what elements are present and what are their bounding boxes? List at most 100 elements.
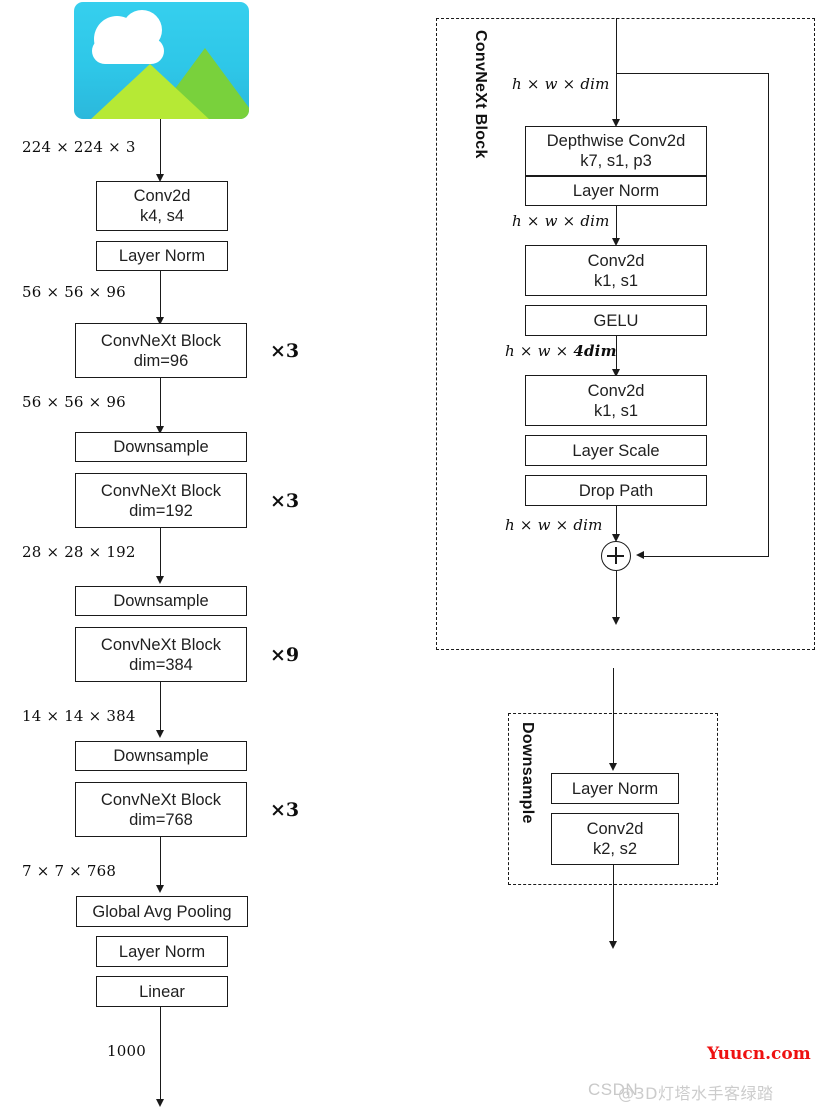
label-block-tensor-3-c: 4dim — [573, 342, 617, 360]
node-stem-conv-line1: Conv2d — [133, 187, 191, 205]
node-stem-conv[interactable]: Conv2d k4, s4 — [96, 181, 228, 231]
node-ds-layernorm-line1: Layer Norm — [571, 779, 659, 798]
label-block-tensor-4-c: dim — [573, 516, 603, 534]
node-downsample-3[interactable]: Downsample — [75, 741, 247, 771]
label-block-tensor-1: h × w × dim — [512, 75, 610, 93]
node-global-avg-pooling[interactable]: Global Avg Pooling — [76, 896, 248, 927]
arrow-linear-to-output — [156, 1099, 164, 1107]
node-downsample-3-line1: Downsample — [113, 747, 209, 765]
label-input-shape: 224 × 224 × 3 — [22, 138, 136, 156]
node-head-layernorm-line1: Layer Norm — [118, 942, 206, 961]
downsample-panel-label: Downsample — [519, 722, 536, 824]
node-head-linear-line1: Linear — [139, 982, 185, 1001]
node-block-pw1-line2: k1, s1 — [593, 271, 639, 290]
label-stage1-out-shape: 56 × 56 × 96 — [22, 393, 126, 411]
node-stem-conv-line2: k4, s4 — [139, 207, 185, 225]
node-block-layer-scale[interactable]: Layer Scale — [525, 435, 707, 466]
node-block-dwconv-line2: k7, s1, p3 — [580, 152, 652, 170]
edge-stage4-to-gap — [160, 837, 161, 888]
label-stage4-out-shape: 7 × 7 × 768 — [22, 862, 117, 880]
edge-residual-bottom — [641, 556, 769, 557]
edge-stage3-to-down3 — [160, 682, 161, 733]
arrow-stage2-to-down2 — [156, 576, 164, 584]
edge-downsample-output — [613, 865, 614, 944]
node-stem-layernorm[interactable]: Layer Norm — [96, 241, 228, 271]
node-block-depthwise-conv[interactable]: Depthwise Conv2d k7, s1, p3 — [525, 126, 707, 176]
arrow-stage3-to-down3 — [156, 730, 164, 738]
node-stage1-convnext-block[interactable]: ConvNeXt Block dim=96 — [75, 323, 247, 378]
label-block-tensor-4: h × w × dim — [505, 516, 603, 534]
label-stage1-in-shape: 56 × 56 × 96 — [22, 283, 126, 301]
repeat-stage2: ×3 — [270, 490, 300, 512]
node-downsample-conv[interactable]: Conv2d k2, s2 — [551, 813, 679, 865]
arrow-downsample-output — [609, 941, 617, 949]
edge-stage2-to-down2 — [160, 528, 161, 579]
node-stage1-line1: ConvNeXt Block — [100, 331, 222, 350]
edge-residual-right — [768, 73, 769, 556]
image-placeholder-icon — [74, 2, 249, 119]
node-block-drop-path-line1: Drop Path — [578, 481, 654, 500]
node-gap-line1: Global Avg Pooling — [92, 902, 232, 921]
edge-block-input — [616, 18, 617, 122]
label-block-tensor-4-h: h — [505, 516, 515, 534]
label-block-tensor-2: h × w × dim — [512, 212, 610, 230]
edge-residual-top — [616, 73, 768, 74]
convnext-block-panel-label: ConvNeXt Block — [472, 30, 489, 159]
node-downsample-layernorm[interactable]: Layer Norm — [551, 773, 679, 804]
node-downsample-1[interactable]: Downsample — [75, 432, 247, 462]
node-ds-conv-line1: Conv2d — [586, 820, 644, 838]
node-block-layernorm[interactable]: Layer Norm — [525, 176, 707, 206]
node-stage2-line1: ConvNeXt Block — [100, 481, 222, 500]
node-stage4-line1: ConvNeXt Block — [100, 790, 222, 809]
arrow-stage4-to-gap — [156, 885, 164, 893]
label-block-tensor-1-c: dim — [580, 75, 610, 93]
label-block-tensor-2-c: dim — [580, 212, 610, 230]
label-block-tensor-1-w: w — [544, 75, 558, 93]
node-block-layer-scale-line1: Layer Scale — [572, 441, 660, 460]
label-logits-shape: 1000 — [107, 1042, 146, 1060]
edge-block-add-to-output — [616, 571, 617, 619]
repeat-stage3: ×9 — [270, 644, 300, 666]
residual-add-icon — [601, 541, 631, 571]
edge-linear-to-output — [160, 1007, 161, 1102]
edge-input-to-stem — [160, 119, 161, 176]
node-downsample-2[interactable]: Downsample — [75, 586, 247, 616]
node-stage4-convnext-block[interactable]: ConvNeXt Block dim=768 — [75, 782, 247, 837]
edge-stage1-to-down1 — [160, 378, 161, 429]
node-stage3-line2: dim=384 — [129, 655, 193, 674]
label-stage3-out-shape: 14 × 14 × 384 — [22, 707, 136, 725]
repeat-stage1: ×3 — [270, 340, 300, 362]
node-block-pw2-line2: k1, s1 — [593, 401, 639, 420]
node-stage2-convnext-block[interactable]: ConvNeXt Block dim=192 — [75, 473, 247, 528]
node-stage2-line2: dim=192 — [129, 501, 193, 520]
node-downsample-2-line1: Downsample — [113, 592, 209, 610]
repeat-stage4: ×3 — [270, 799, 300, 821]
label-block-tensor-4-w: w — [537, 516, 551, 534]
node-stem-layernorm-line1: Layer Norm — [118, 247, 206, 265]
node-block-pointwise-conv-1[interactable]: Conv2d k1, s1 — [525, 245, 707, 296]
node-head-linear[interactable]: Linear — [96, 976, 228, 1007]
label-block-tensor-2-w: w — [544, 212, 558, 230]
node-block-layernorm-line1: Layer Norm — [572, 182, 660, 200]
label-block-tensor-3: h × w × 4dim — [505, 342, 617, 360]
watermark-csdn-overlap: @3D灯塔水手客绿踏 — [618, 1084, 774, 1103]
mountain-light — [90, 64, 210, 119]
node-downsample-1-line1: Downsample — [113, 438, 209, 456]
edge-block-ln-to-pw1 — [616, 206, 617, 240]
label-stage2-out-shape: 28 × 28 × 192 — [22, 543, 136, 561]
node-ds-conv-line2: k2, s2 — [592, 840, 638, 858]
node-block-pw2-line1: Conv2d — [587, 381, 645, 400]
label-block-tensor-3-h: h — [505, 342, 515, 360]
node-block-pointwise-conv-2[interactable]: Conv2d k1, s1 — [525, 375, 707, 426]
node-block-pw1-line1: Conv2d — [587, 251, 645, 270]
node-stage3-convnext-block[interactable]: ConvNeXt Block dim=384 — [75, 627, 247, 682]
label-block-tensor-3-w: w — [537, 342, 551, 360]
arrow-block-output — [612, 617, 620, 625]
edge-stem-to-stage1 — [160, 271, 161, 319]
node-block-drop-path[interactable]: Drop Path — [525, 475, 707, 506]
label-block-tensor-1-h: h — [512, 75, 522, 93]
node-head-layernorm[interactable]: Layer Norm — [96, 936, 228, 967]
node-block-gelu[interactable]: GELU — [525, 305, 707, 336]
node-block-gelu-line1: GELU — [593, 311, 639, 330]
arrow-residual-into-add — [636, 551, 644, 559]
